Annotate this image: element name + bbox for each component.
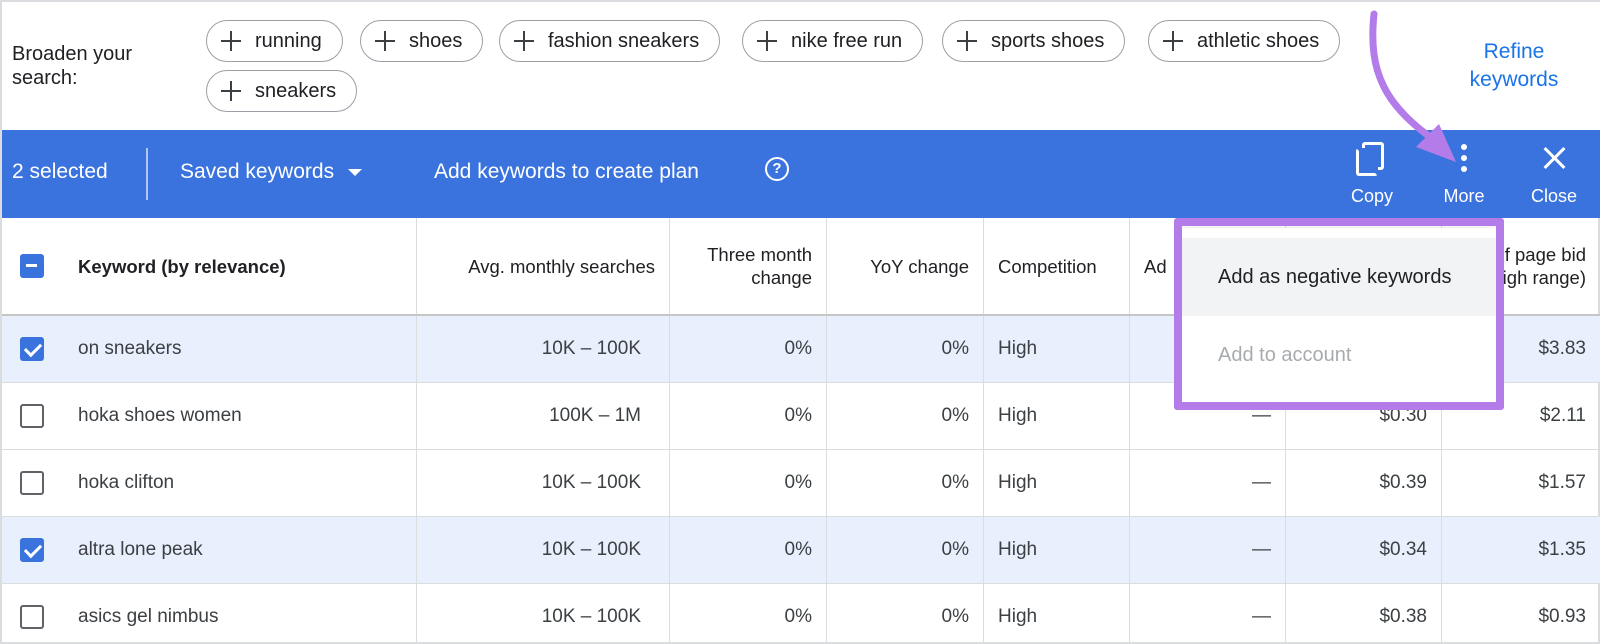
avg-monthly-header[interactable]: Avg. monthly searches <box>416 218 670 314</box>
competition-cell: High <box>984 450 1130 516</box>
competition-header[interactable]: Competition <box>984 218 1130 314</box>
keyword-text: hoka clifton <box>78 472 175 493</box>
chip-label: nike free run <box>791 29 903 52</box>
add-negative-keywords-item[interactable]: Add as negative keywords <box>1182 238 1496 316</box>
plus-icon <box>755 29 779 53</box>
row-checkbox[interactable] <box>20 471 44 495</box>
competition-cell: High <box>984 517 1130 583</box>
keyword-text: hoka shoes women <box>78 405 242 426</box>
chip-shoes[interactable]: shoes <box>360 20 484 62</box>
keyword-cell: altra lone peak <box>2 517 416 583</box>
divider <box>146 148 148 200</box>
caret-down-icon <box>348 168 363 176</box>
copy-button[interactable]: Copy <box>1332 140 1412 212</box>
chip-label: athletic shoes <box>1197 29 1320 52</box>
chip-athletic-shoes[interactable]: athletic shoes <box>1148 20 1341 62</box>
broaden-label: Broaden your search: <box>12 43 133 89</box>
three-month-cell: 0% <box>670 450 827 516</box>
keyword-cell: asics gel nimbus <box>2 584 416 644</box>
low-bid-cell: $0.34 <box>1286 517 1442 583</box>
copy-label: Copy <box>1350 186 1394 206</box>
keyword-cell: on sneakers <box>2 316 416 382</box>
plus-icon <box>219 79 243 103</box>
more-vert-icon <box>1444 140 1484 178</box>
broaden-search-section: Broaden your search: running shoes fashi… <box>2 2 1600 130</box>
table-row[interactable]: altra lone peak 10K – 100K 0% 0% High — $0.34 $… <box>2 517 1600 584</box>
avg-monthly-cell: 10K – 100K <box>416 517 670 583</box>
three-month-header[interactable]: Three month change <box>670 218 827 314</box>
chip-fashion-sneakers[interactable]: fashion sneakers <box>499 20 721 62</box>
keyword-planner-panel: Broaden your search: running shoes fashi… <box>0 0 1600 644</box>
high-bid-cell: $1.35 <box>1538 539 1586 560</box>
competition-cell: High <box>984 383 1130 449</box>
close-icon <box>1534 140 1574 178</box>
table-row[interactable]: hoka clifton 10K – 100K 0% 0% High — $0.39 $1.5… <box>2 450 1600 517</box>
three-month-cell: 0% <box>670 383 827 449</box>
avg-monthly-cell: 10K – 100K <box>416 450 670 516</box>
chip-nike-free-run[interactable]: nike free run <box>742 20 924 62</box>
chip-label: running <box>255 29 322 52</box>
low-bid-cell: $0.38 <box>1286 584 1442 644</box>
ad-impression-cell: — <box>1130 584 1286 644</box>
chip-sneakers[interactable]: sneakers <box>206 70 358 112</box>
plus-icon <box>219 29 243 53</box>
plus-icon <box>1161 29 1185 53</box>
avg-monthly-cell: 10K – 100K <box>416 584 670 644</box>
add-to-account-item: Add to account <box>1218 343 1352 366</box>
add-keywords-to-plan-button[interactable]: Add keywords to create plan <box>434 160 699 184</box>
yoy-cell: 0% <box>827 584 984 644</box>
row-checkbox[interactable] <box>20 404 44 428</box>
three-month-cell: 0% <box>670 517 827 583</box>
ad-impression-cell: — <box>1130 450 1286 516</box>
three-month-cell: 0% <box>670 316 827 382</box>
close-button[interactable]: Close <box>1514 140 1594 212</box>
avg-monthly-cell: 100K – 1M <box>416 383 670 449</box>
competition-cell: High <box>984 584 1130 644</box>
keyword-text: altra lone peak <box>78 539 203 560</box>
plus-icon <box>373 29 397 53</box>
saved-keywords-dropdown[interactable]: Saved keywords <box>180 160 363 184</box>
three-month-cell: 0% <box>670 584 827 644</box>
saved-keywords-label: Saved keywords <box>180 160 335 183</box>
plus-icon <box>512 29 536 53</box>
selection-action-bar: 2 selected Saved keywords Add keywords t… <box>2 130 1600 218</box>
chip-running[interactable]: running <box>206 20 343 62</box>
more-dropdown-menu: Add as negative keywords Add to account <box>1182 228 1496 402</box>
yoy-header[interactable]: YoY change <box>827 218 984 314</box>
keyword-text: asics gel nimbus <box>78 606 219 627</box>
yoy-cell: 0% <box>827 316 984 382</box>
high-bid-cell: $1.57 <box>1538 472 1586 493</box>
select-all-checkbox[interactable] <box>20 254 44 278</box>
chip-label: sports shoes <box>991 29 1105 52</box>
keyword-header-cell: Keyword (by relevance) <box>2 218 416 314</box>
copy-icon <box>1352 140 1392 178</box>
refine-keywords-link[interactable]: Refine keywords <box>1454 38 1574 94</box>
more-button[interactable]: More <box>1424 140 1504 212</box>
row-checkbox[interactable] <box>20 538 44 562</box>
chip-label: shoes <box>409 29 463 52</box>
keyword-cell: hoka clifton <box>2 450 416 516</box>
keyword-column-header[interactable]: Keyword (by relevance) <box>78 255 286 278</box>
low-bid-cell: $0.39 <box>1286 450 1442 516</box>
table-row[interactable]: asics gel nimbus 10K – 100K 0% 0% High — $0.38… <box>2 584 1600 644</box>
chip-sports-shoes[interactable]: sports shoes <box>942 20 1126 62</box>
yoy-cell: 0% <box>827 383 984 449</box>
keyword-cell: hoka shoes women <box>2 383 416 449</box>
plus-icon <box>955 29 979 53</box>
avg-monthly-cell: 10K – 100K <box>416 316 670 382</box>
more-label: More <box>1443 186 1485 206</box>
selected-count: 2 selected <box>12 160 108 183</box>
keyword-text: on sneakers <box>78 338 182 359</box>
yoy-cell: 0% <box>827 450 984 516</box>
ad-impression-cell: — <box>1130 517 1286 583</box>
high-bid-cell: $0.93 <box>1538 606 1586 627</box>
chip-label: sneakers <box>255 79 337 102</box>
close-label: Close <box>1530 186 1578 206</box>
row-checkbox[interactable] <box>20 337 44 361</box>
competition-cell: High <box>984 316 1130 382</box>
question-circle-icon[interactable]: ? <box>765 157 789 181</box>
chip-label: fashion sneakers <box>548 29 700 52</box>
row-checkbox[interactable] <box>20 605 44 629</box>
yoy-cell: 0% <box>827 517 984 583</box>
